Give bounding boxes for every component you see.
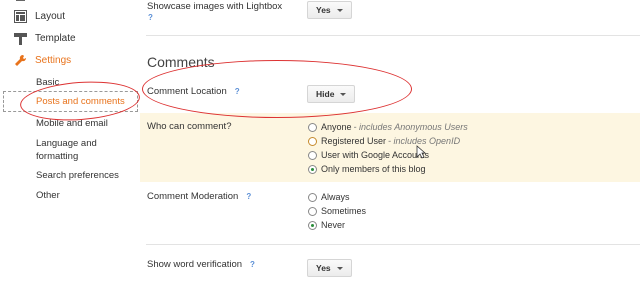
moderation-help-icon[interactable]: ? [246, 192, 251, 201]
sidebar-subitem-language-and-formatting[interactable]: Language and formatting [36, 137, 126, 163]
settings-sidebar: Layout Template Settings Basic Posts and… [0, 0, 140, 291]
layout-icon [14, 10, 27, 23]
sidebar-item-label: Settings [35, 55, 72, 66]
wrench-icon [14, 54, 27, 67]
sidebar-subitem-basic[interactable]: Basic [36, 76, 59, 89]
sidebar-item-overflow [14, 0, 35, 9]
radio-never[interactable]: Never [308, 220, 345, 230]
sidebar-item-template[interactable]: Template [14, 32, 76, 45]
sidebar-item-settings[interactable]: Settings [14, 54, 71, 67]
word-verification-label: Show word verification? [147, 259, 255, 270]
radio-button[interactable] [308, 150, 317, 160]
sidebar-subitem-search-preferences[interactable]: Search preferences [36, 169, 119, 182]
sidebar-item-layout[interactable]: Layout [14, 10, 65, 23]
cursor-icon [416, 145, 426, 159]
radio-button[interactable] [308, 220, 317, 230]
comment-location-select[interactable]: Hide [307, 85, 356, 103]
sidebar-subitem-other[interactable]: Other [36, 189, 60, 202]
radio-sometimes[interactable]: Sometimes [308, 206, 366, 216]
radio-google-accounts[interactable]: User with Google Accounts [308, 150, 429, 160]
who-can-comment-label: Who can comment? [147, 121, 232, 132]
moderation-label: Comment Moderation? [147, 191, 252, 202]
lightbox-label: Showcase images with Lightbox [147, 1, 283, 12]
chevron-down-icon [340, 92, 347, 96]
radio-button[interactable] [308, 192, 317, 202]
settings-main: Showcase images with Lightbox ? Yes Comm… [140, 0, 640, 291]
radio-button[interactable] [308, 122, 317, 132]
partial-icon [14, 0, 27, 9]
radio-anyone[interactable]: Anyone - includes Anonymous Users [308, 122, 468, 132]
word-verification-help-icon[interactable]: ? [250, 260, 255, 269]
radio-registered-user[interactable]: Registered User - includes OpenID [308, 136, 460, 146]
chevron-down-icon [336, 266, 343, 270]
word-verification-select[interactable]: Yes [307, 259, 352, 277]
divider [146, 35, 640, 36]
radio-button[interactable] [308, 136, 317, 146]
radio-button[interactable] [308, 206, 317, 216]
radio-members-only[interactable]: Only members of this blog [308, 164, 426, 174]
template-icon [14, 32, 27, 45]
comment-location-label: Comment Location? [147, 86, 240, 97]
lightbox-help-icon[interactable]: ? [148, 13, 153, 22]
sidebar-subitem-posts-and-comments[interactable]: Posts and comments [36, 96, 125, 107]
radio-always[interactable]: Always [308, 192, 350, 202]
comment-location-help-icon[interactable]: ? [235, 87, 240, 96]
chevron-down-icon [336, 8, 343, 12]
sidebar-item-label: Template [35, 33, 76, 44]
sidebar-item-label: Layout [35, 11, 66, 22]
sidebar-subitem-mobile-and-email[interactable]: Mobile and email [36, 117, 108, 130]
divider [146, 244, 640, 245]
section-title: Comments [147, 54, 215, 70]
lightbox-select[interactable]: Yes [307, 1, 352, 19]
radio-button[interactable] [308, 164, 317, 174]
